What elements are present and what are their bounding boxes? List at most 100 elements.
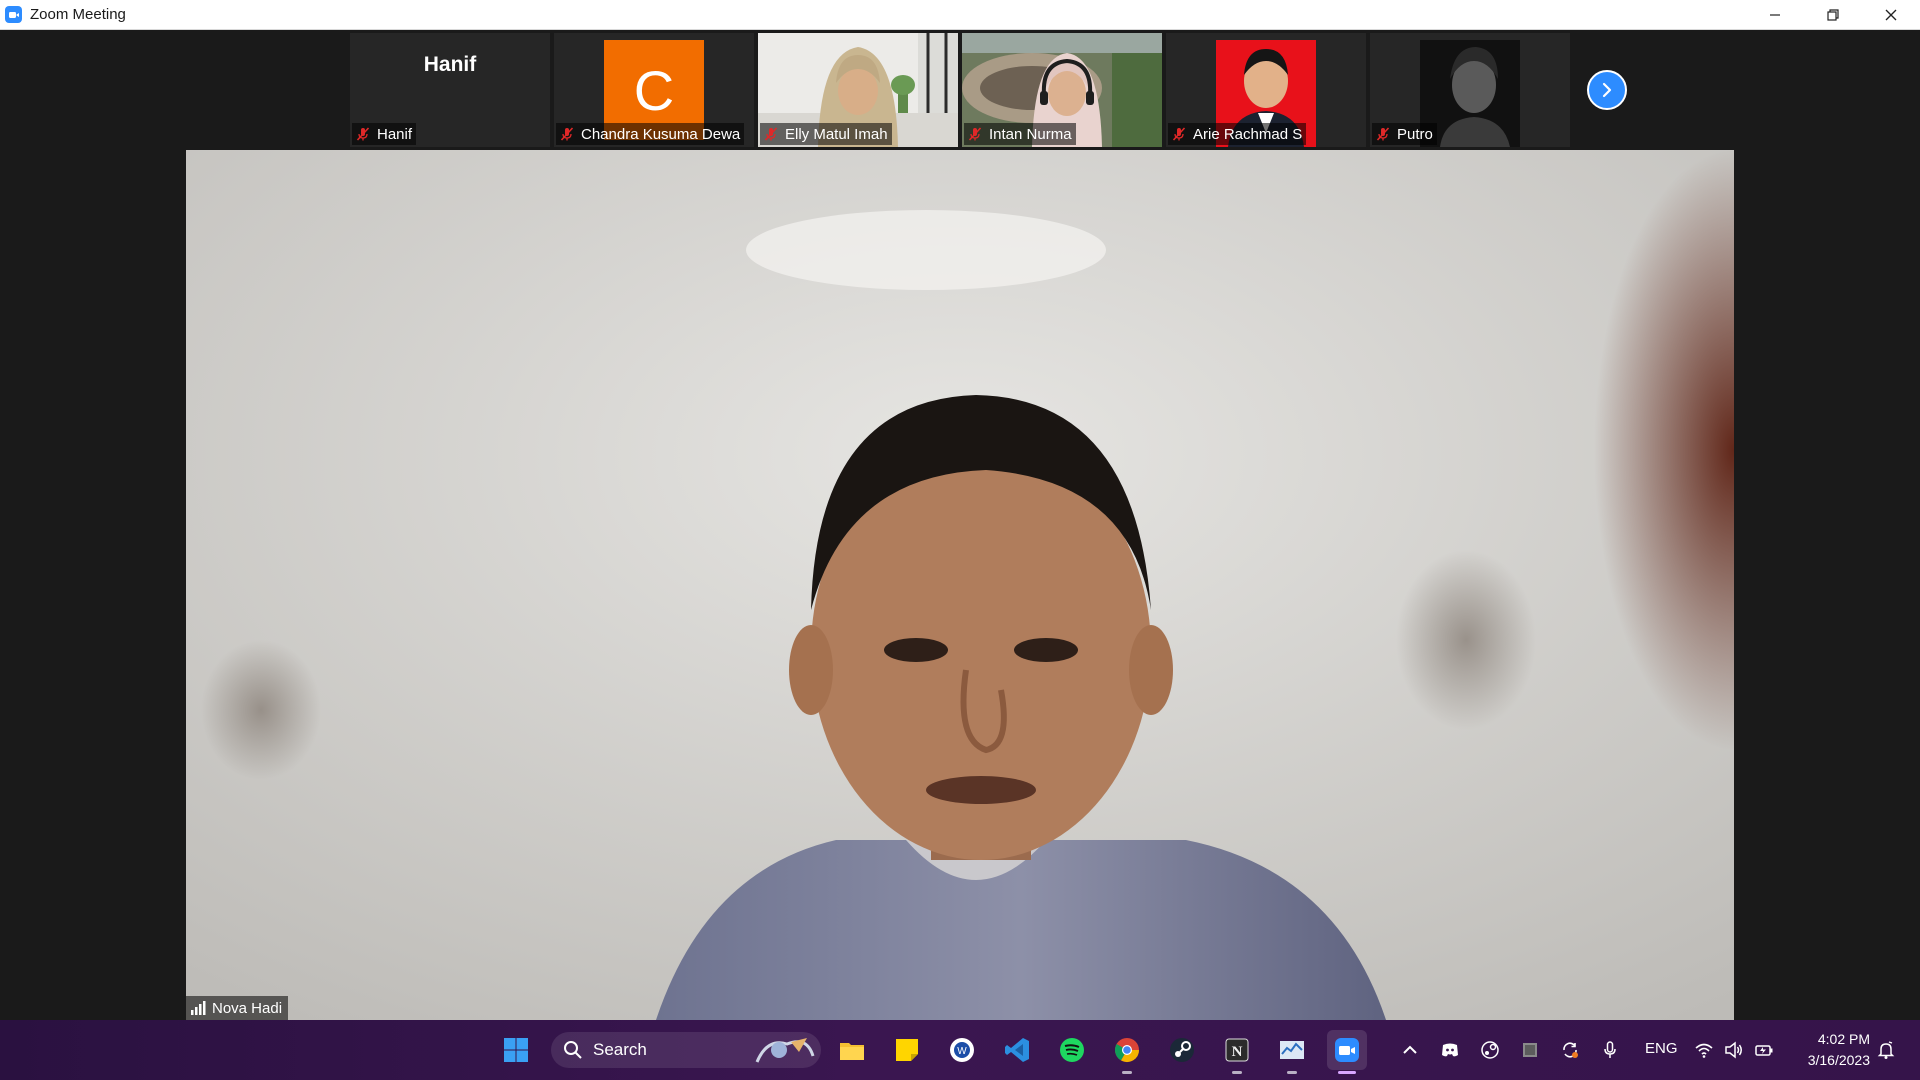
participant-name: Putro: [1397, 125, 1433, 143]
participant-name: Hanif: [377, 125, 413, 143]
app-w-icon: W: [950, 1038, 974, 1062]
taskbar-chrome[interactable]: [1107, 1030, 1147, 1074]
close-icon: [1885, 9, 1897, 20]
minimize-button[interactable]: [1746, 0, 1804, 29]
tray-steam[interactable]: [1478, 1038, 1502, 1062]
participant-name: Arie Rachmad S: [1193, 125, 1303, 143]
svg-text:W: W: [957, 1046, 967, 1057]
windows-logo-icon: [504, 1038, 528, 1062]
input-language-indicator[interactable]: ENG: [1645, 1040, 1678, 1057]
speaker-video-frame: [186, 150, 1734, 1020]
active-indicator: [1338, 1071, 1356, 1074]
tray-discord[interactable]: [1438, 1038, 1462, 1062]
tray-app[interactable]: [1518, 1038, 1542, 1062]
tray-volume[interactable]: [1722, 1038, 1746, 1062]
spotify-icon: [1060, 1038, 1084, 1062]
window-controls: [1746, 0, 1920, 29]
sync-icon: [1563, 1042, 1578, 1058]
mic-muted-icon: [560, 127, 574, 141]
taskbar: Search W N ENG 4:02 PM 3/16/2023: [0, 1020, 1920, 1080]
participant-label: Arie Rachmad S: [1168, 123, 1307, 145]
window-app-icon: [1523, 1043, 1537, 1057]
title-bar: Zoom Meeting: [0, 0, 1920, 30]
search-label: Search: [593, 1040, 647, 1059]
running-indicator: [1122, 1071, 1132, 1074]
mic-muted-icon: [356, 127, 370, 141]
participant-tile-chandra[interactable]: C Chandra Kusuma Dewa: [554, 33, 754, 147]
clock-date: 3/16/2023: [1807, 1052, 1870, 1068]
speaker-volume-icon: [1725, 1041, 1742, 1059]
start-button[interactable]: [496, 1030, 536, 1070]
avatar-letter: C: [633, 58, 675, 122]
search-icon: [564, 1041, 582, 1059]
window-title: Zoom Meeting: [30, 6, 126, 23]
zoom-icon: [1335, 1038, 1359, 1062]
participant-tile-hanif[interactable]: Hanif Hanif: [350, 33, 550, 147]
taskbar-search[interactable]: Search: [551, 1032, 821, 1068]
zoom-app-icon: [5, 6, 22, 23]
tray-wifi[interactable]: [1692, 1038, 1716, 1062]
taskbar-spotify[interactable]: [1052, 1030, 1092, 1070]
participant-name: Chandra Kusuma Dewa: [581, 125, 741, 143]
steam-icon: [1170, 1038, 1194, 1062]
steam-icon: [1481, 1041, 1499, 1059]
participant-strip: Hanif Hanif C Chandra Kusuma Dewa Elly M…: [350, 33, 1574, 147]
svg-text:N: N: [1232, 1044, 1243, 1060]
signal-strength-icon: [191, 1001, 206, 1015]
search-highlight-art: [755, 1038, 815, 1063]
vscode-icon: [1005, 1038, 1029, 1062]
tray-sync[interactable]: [1558, 1038, 1582, 1062]
mic-muted-icon: [764, 127, 778, 141]
taskbar-monitor-app[interactable]: [1272, 1030, 1312, 1074]
chrome-icon: [1114, 1038, 1139, 1063]
chevron-right-icon: [1602, 82, 1612, 98]
notification-center-button[interactable]: [1874, 1038, 1898, 1062]
performance-monitor-icon: [1280, 1041, 1304, 1059]
participant-label: Intan Nurma: [964, 123, 1076, 145]
taskbar-vscode[interactable]: [997, 1030, 1037, 1070]
close-button[interactable]: [1862, 0, 1920, 29]
folder-icon: [840, 1043, 864, 1060]
taskbar-zoom[interactable]: [1327, 1030, 1367, 1074]
restore-button[interactable]: [1804, 0, 1862, 29]
chevron-up-icon: [1403, 1045, 1417, 1054]
wifi-icon: [1695, 1043, 1713, 1058]
participant-name: Elly Matul Imah: [785, 125, 888, 143]
participant-tile-elly[interactable]: Elly Matul Imah: [758, 33, 958, 147]
running-indicator: [1287, 1071, 1297, 1074]
participant-tile-putro[interactable]: Putro: [1370, 33, 1570, 147]
taskbar-notion[interactable]: N: [1217, 1030, 1257, 1074]
participant-label: Putro: [1372, 123, 1437, 145]
next-page-button[interactable]: [1587, 70, 1627, 110]
participant-tile-intan[interactable]: Intan Nurma: [962, 33, 1162, 147]
active-speaker-label: Nova Hadi: [186, 996, 289, 1020]
minimize-icon: [1770, 13, 1780, 16]
participant-label: Hanif: [352, 123, 417, 145]
clock-time: 4:02 PM: [1817, 1031, 1870, 1047]
sticky-notes-icon: [896, 1039, 918, 1061]
battery-charging-icon: [1755, 1045, 1773, 1056]
participant-label: Elly Matul Imah: [760, 123, 892, 145]
mic-muted-icon: [1172, 127, 1186, 141]
taskbar-file-explorer[interactable]: [832, 1030, 872, 1070]
active-speaker-video: [186, 150, 1734, 1020]
taskbar-sticky-notes[interactable]: [887, 1030, 927, 1070]
discord-icon: [1442, 1043, 1458, 1057]
show-hidden-icons-button[interactable]: [1398, 1038, 1422, 1062]
participant-tile-arie[interactable]: Arie Rachmad S: [1166, 33, 1366, 147]
participant-label: Chandra Kusuma Dewa: [556, 123, 745, 145]
taskbar-clock[interactable]: 4:02 PM 3/16/2023: [1790, 1029, 1870, 1071]
notion-icon: N: [1225, 1038, 1249, 1062]
meeting-area: Hanif Hanif C Chandra Kusuma Dewa Elly M…: [0, 30, 1920, 1020]
microphone-icon: [1604, 1041, 1616, 1058]
restore-icon: [1827, 8, 1839, 21]
tray-battery[interactable]: [1752, 1038, 1776, 1062]
participant-display-name: Hanif: [423, 53, 477, 76]
tray-microphone[interactable]: [1598, 1038, 1622, 1062]
notification-bell-icon: [1877, 1041, 1895, 1059]
participant-name: Intan Nurma: [989, 125, 1072, 143]
taskbar-app-w[interactable]: W: [942, 1030, 982, 1070]
taskbar-steam[interactable]: [1162, 1030, 1202, 1070]
active-speaker-name: Nova Hadi: [212, 999, 283, 1017]
running-indicator: [1232, 1071, 1242, 1074]
